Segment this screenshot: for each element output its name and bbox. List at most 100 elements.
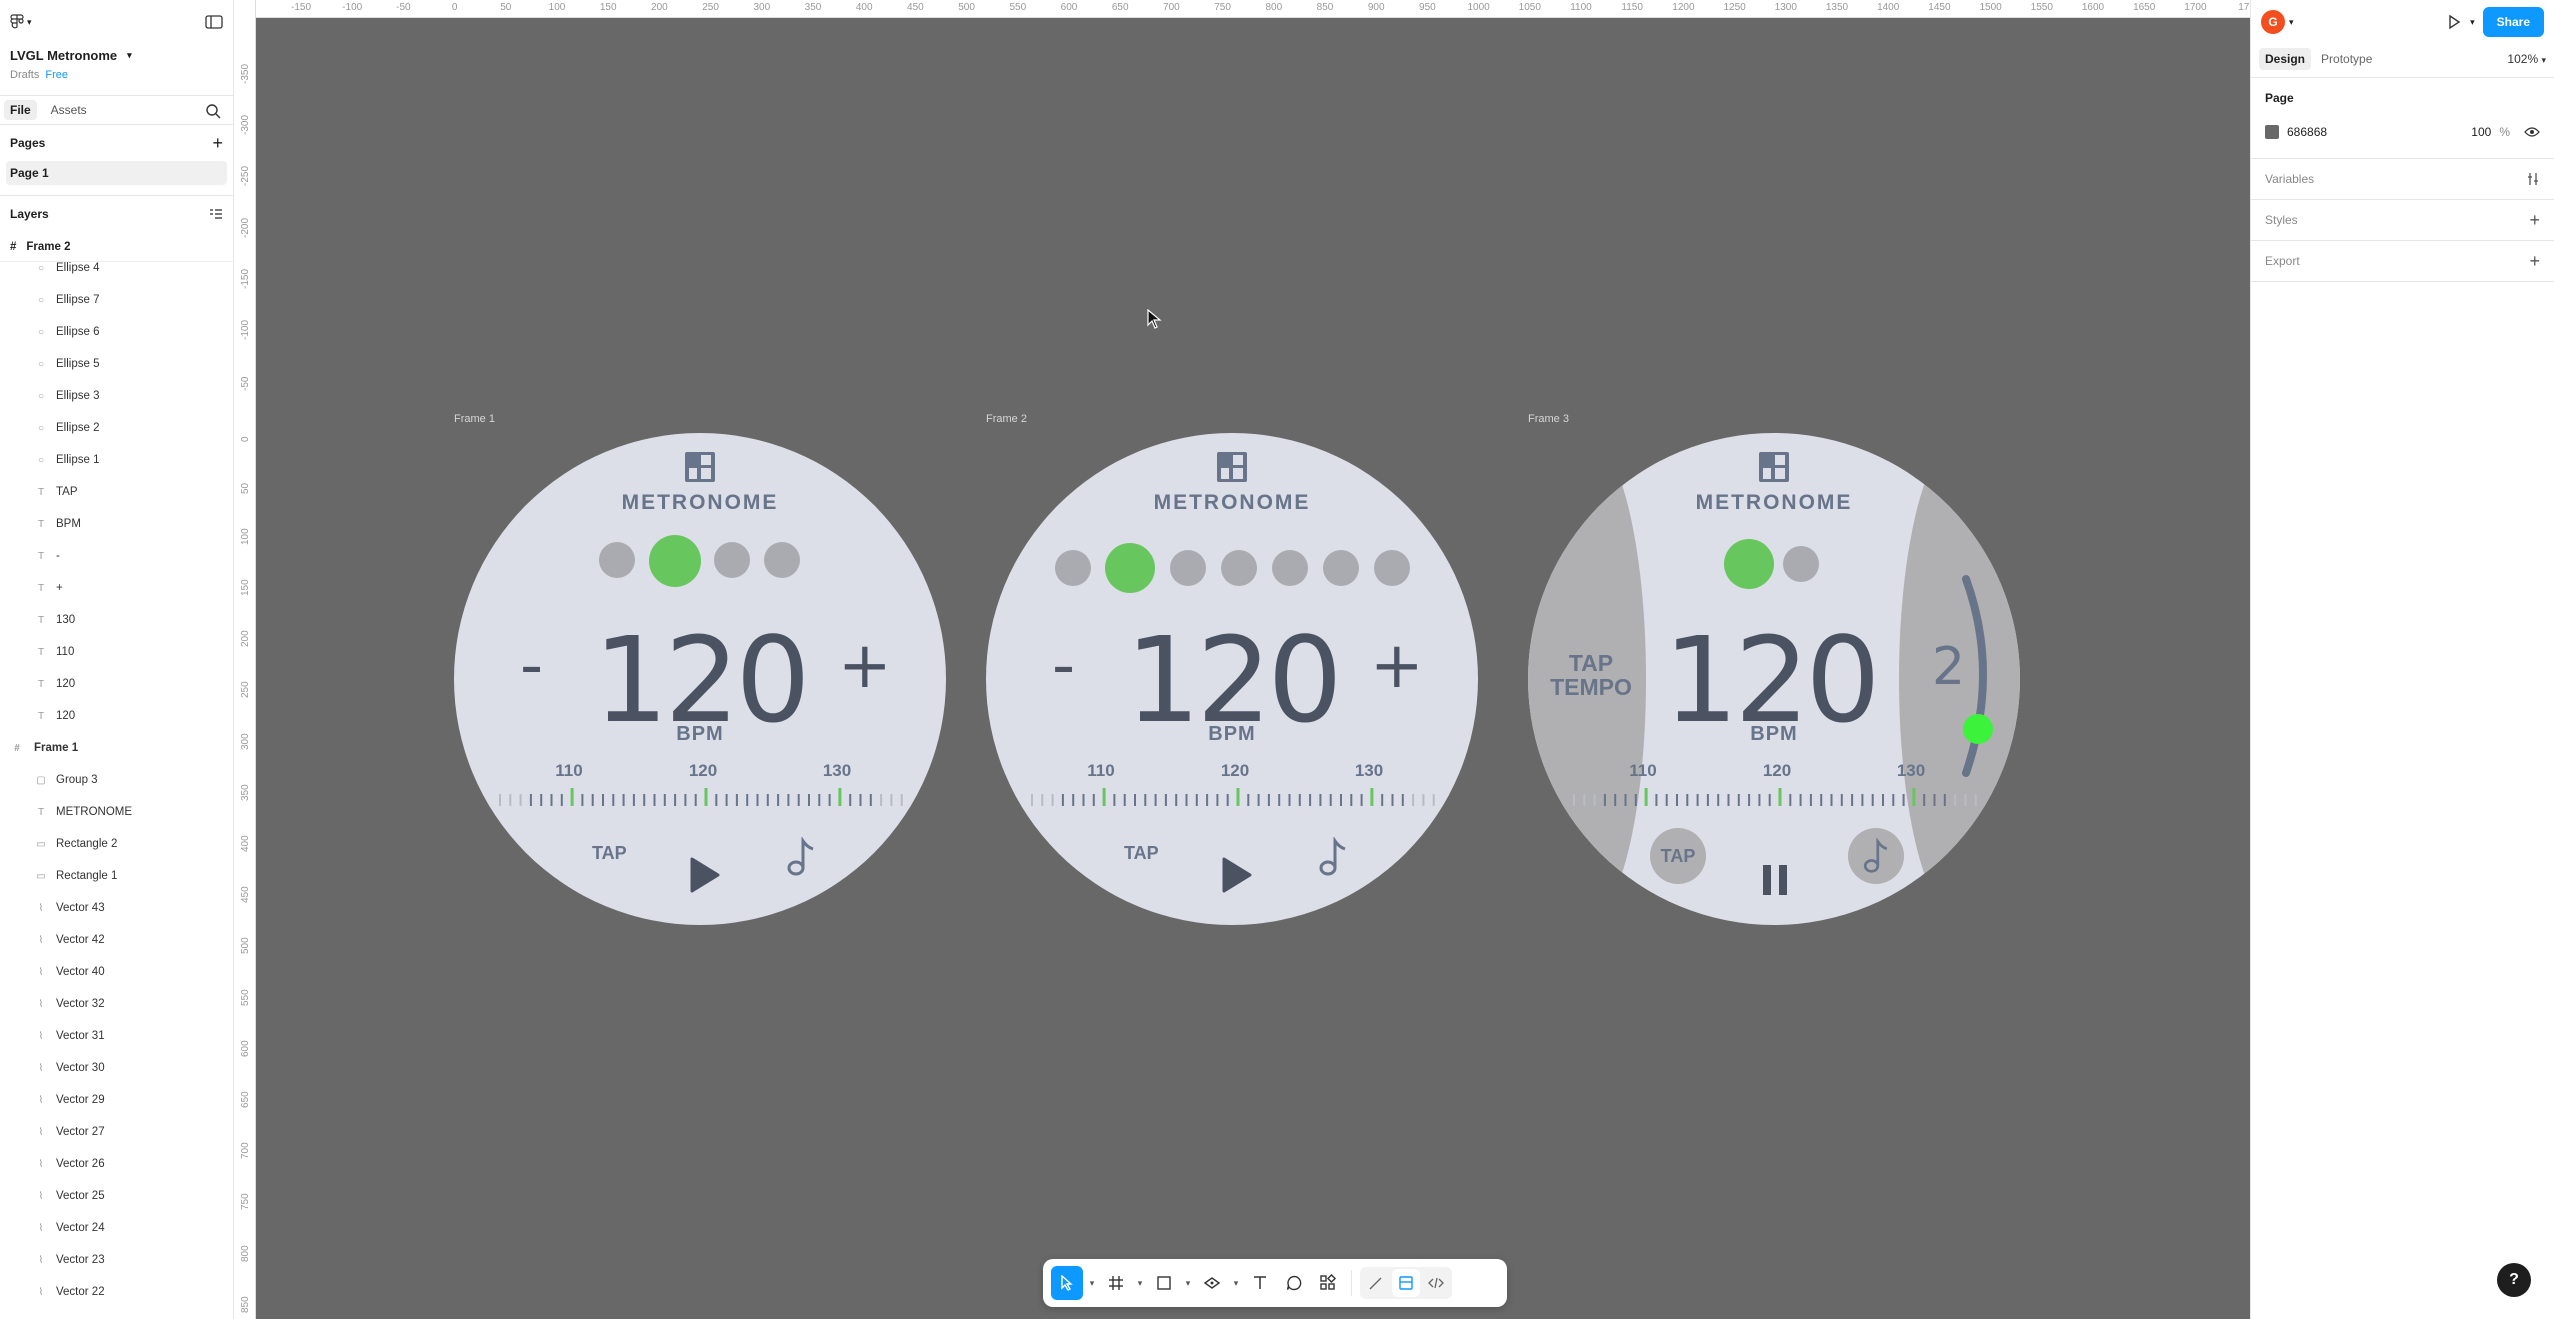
tap-button[interactable]: TAP	[1124, 843, 1159, 864]
tap-button[interactable]: TAP	[1650, 828, 1706, 884]
layer-item[interactable]: ⌇ Vector 43	[0, 892, 233, 924]
chevron-down-icon[interactable]: ▾	[1135, 1278, 1145, 1289]
pen-tool-button[interactable]	[1197, 1266, 1227, 1300]
layers-list-icon[interactable]	[209, 208, 223, 220]
tab-file[interactable]: File	[4, 100, 37, 120]
chevron-down-icon[interactable]: ▾	[1087, 1278, 1097, 1289]
layer-item[interactable]: T BPM	[0, 508, 233, 540]
layer-item[interactable]: ▭ Rectangle 2	[0, 828, 233, 860]
add-style-icon[interactable]: +	[2529, 210, 2540, 231]
variables-section[interactable]: Variables	[2265, 172, 2314, 186]
frame-tool-button[interactable]	[1101, 1266, 1131, 1300]
add-page-icon[interactable]: +	[212, 133, 223, 154]
beats-arc-slider[interactable]	[1960, 573, 2000, 783]
layer-item[interactable]: T METRONOME	[0, 796, 233, 828]
layer-item[interactable]: ○ Ellipse 3	[0, 380, 233, 412]
layer-item[interactable]: T 110	[0, 636, 233, 668]
tempo-scale[interactable]	[1568, 788, 1980, 810]
pause-icon[interactable]	[1761, 863, 1789, 897]
frame-label[interactable]: Frame 3	[1528, 413, 1569, 425]
avatar[interactable]: G	[2261, 10, 2285, 34]
export-section[interactable]: Export	[2265, 254, 2300, 268]
ellipse-layer-icon: ○	[37, 390, 45, 402]
sidebar-toggle-icon[interactable]	[205, 15, 223, 29]
page-item[interactable]: Page 1	[6, 161, 227, 185]
tab-assets[interactable]: Assets	[45, 100, 93, 120]
layer-item[interactable]: ⌇ Vector 27	[0, 1116, 233, 1148]
layer-item[interactable]: ⌇ Vector 23	[0, 1244, 233, 1276]
comment-tool-button[interactable]	[1279, 1266, 1309, 1300]
sound-button[interactable]	[1848, 828, 1904, 884]
main-menu-button[interactable]: ▾	[10, 14, 32, 30]
music-note-icon[interactable]	[1319, 837, 1347, 877]
styles-section[interactable]: Styles	[2265, 213, 2298, 227]
layer-item[interactable]: ○ Ellipse 1	[0, 444, 233, 476]
layer-item[interactable]: ○ Ellipse 4	[0, 252, 233, 284]
layer-item[interactable]: ○ Ellipse 7	[0, 284, 233, 316]
layer-item[interactable]: ⌇ Vector 22	[0, 1276, 233, 1308]
canvas[interactable]: Frame 1 METRONOME - + 120 BPM 110 120 13…	[256, 18, 2250, 1319]
chevron-down-icon[interactable]: ▾	[1231, 1278, 1241, 1289]
layer-item[interactable]: ⌇ Vector 24	[0, 1212, 233, 1244]
draw-mode-button[interactable]	[1362, 1269, 1390, 1297]
layer-item[interactable]: ⌇ Vector 40	[0, 956, 233, 988]
tab-design[interactable]: Design	[2259, 47, 2312, 70]
frame-3-dial[interactable]: TAP TEMPO METRONOME 120 BPM 2 110 120 13…	[1528, 433, 2020, 925]
frame-label[interactable]: Frame 2	[986, 413, 1027, 425]
layer-item[interactable]: ⌇ Vector 42	[0, 924, 233, 956]
layer-item[interactable]: ○ Ellipse 2	[0, 412, 233, 444]
file-title[interactable]: LVGL Metronome ▾	[10, 48, 223, 63]
layer-item[interactable]: T +	[0, 572, 233, 604]
move-tool-button[interactable]	[1051, 1266, 1083, 1300]
layer-item[interactable]: T TAP	[0, 476, 233, 508]
eye-icon[interactable]	[2524, 126, 2540, 138]
zoom-level[interactable]: 102% ▾	[2507, 52, 2546, 66]
layer-item[interactable]: ○ Ellipse 5	[0, 348, 233, 380]
text-tool-button[interactable]	[1245, 1266, 1275, 1300]
layer-frame-1[interactable]: # Frame 1	[0, 732, 233, 764]
ruler-tick-label: 1400	[1877, 2, 1900, 13]
frame-1-dial[interactable]: METRONOME - + 120 BPM 110 120 130 TAP	[454, 433, 946, 925]
layer-item[interactable]: T 120	[0, 668, 233, 700]
add-export-icon[interactable]: +	[2529, 251, 2540, 272]
dev-mode-button[interactable]	[1422, 1269, 1450, 1297]
tempo-scale[interactable]	[1026, 788, 1438, 810]
layer-item[interactable]: ○ Ellipse 6	[0, 316, 233, 348]
layer-item[interactable]: T-	[0, 540, 233, 572]
share-button[interactable]: Share	[2482, 7, 2544, 37]
page-color-hex[interactable]: 686868	[2287, 125, 2471, 139]
layer-item[interactable]: T 130	[0, 604, 233, 636]
layer-item[interactable]: T 120	[0, 700, 233, 732]
frame-label[interactable]: Frame 1	[454, 413, 495, 425]
help-button[interactable]: ?	[2497, 1263, 2531, 1297]
layer-item[interactable]: ⌇ Vector 25	[0, 1180, 233, 1212]
play-icon[interactable]	[688, 857, 720, 893]
layer-item[interactable]: ⌇ Vector 32	[0, 988, 233, 1020]
search-icon[interactable]	[205, 103, 221, 119]
plan-badge[interactable]: Free	[45, 69, 68, 81]
chevron-down-icon[interactable]: ▾	[1183, 1278, 1193, 1289]
design-mode-button[interactable]	[1392, 1269, 1420, 1297]
shape-tool-button[interactable]	[1149, 1266, 1179, 1300]
variables-icon[interactable]	[2526, 172, 2540, 186]
page-color-swatch[interactable]	[2265, 125, 2279, 139]
chevron-down-icon[interactable]: ▾	[2470, 17, 2475, 28]
tempo-scale[interactable]	[494, 788, 906, 810]
layer-item[interactable]: ▢ Group 3	[0, 764, 233, 796]
layer-item[interactable]: ⌇ Vector 26	[0, 1148, 233, 1180]
music-note-icon[interactable]	[787, 837, 815, 877]
tap-button[interactable]: TAP	[592, 843, 627, 864]
tab-prototype[interactable]: Prototype	[2315, 48, 2378, 70]
layer-item[interactable]: ⌇ Vector 29	[0, 1084, 233, 1116]
chevron-down-icon[interactable]: ▾	[2289, 17, 2294, 28]
file-location[interactable]: Drafts	[10, 69, 39, 81]
layer-item[interactable]: ⌇ Vector 31	[0, 1020, 233, 1052]
layer-item[interactable]: ▭ Rectangle 1	[0, 860, 233, 892]
ruler-tick-label: 1250	[1723, 2, 1746, 13]
actions-button[interactable]	[1313, 1266, 1343, 1300]
play-icon[interactable]	[1220, 857, 1252, 893]
page-opacity[interactable]: 100	[2471, 125, 2491, 139]
layer-item[interactable]: ⌇ Vector 30	[0, 1052, 233, 1084]
present-play-icon[interactable]	[2446, 14, 2462, 30]
frame-2-dial[interactable]: METRONOME - + 120 BPM 110 120 130 TAP	[986, 433, 1478, 925]
